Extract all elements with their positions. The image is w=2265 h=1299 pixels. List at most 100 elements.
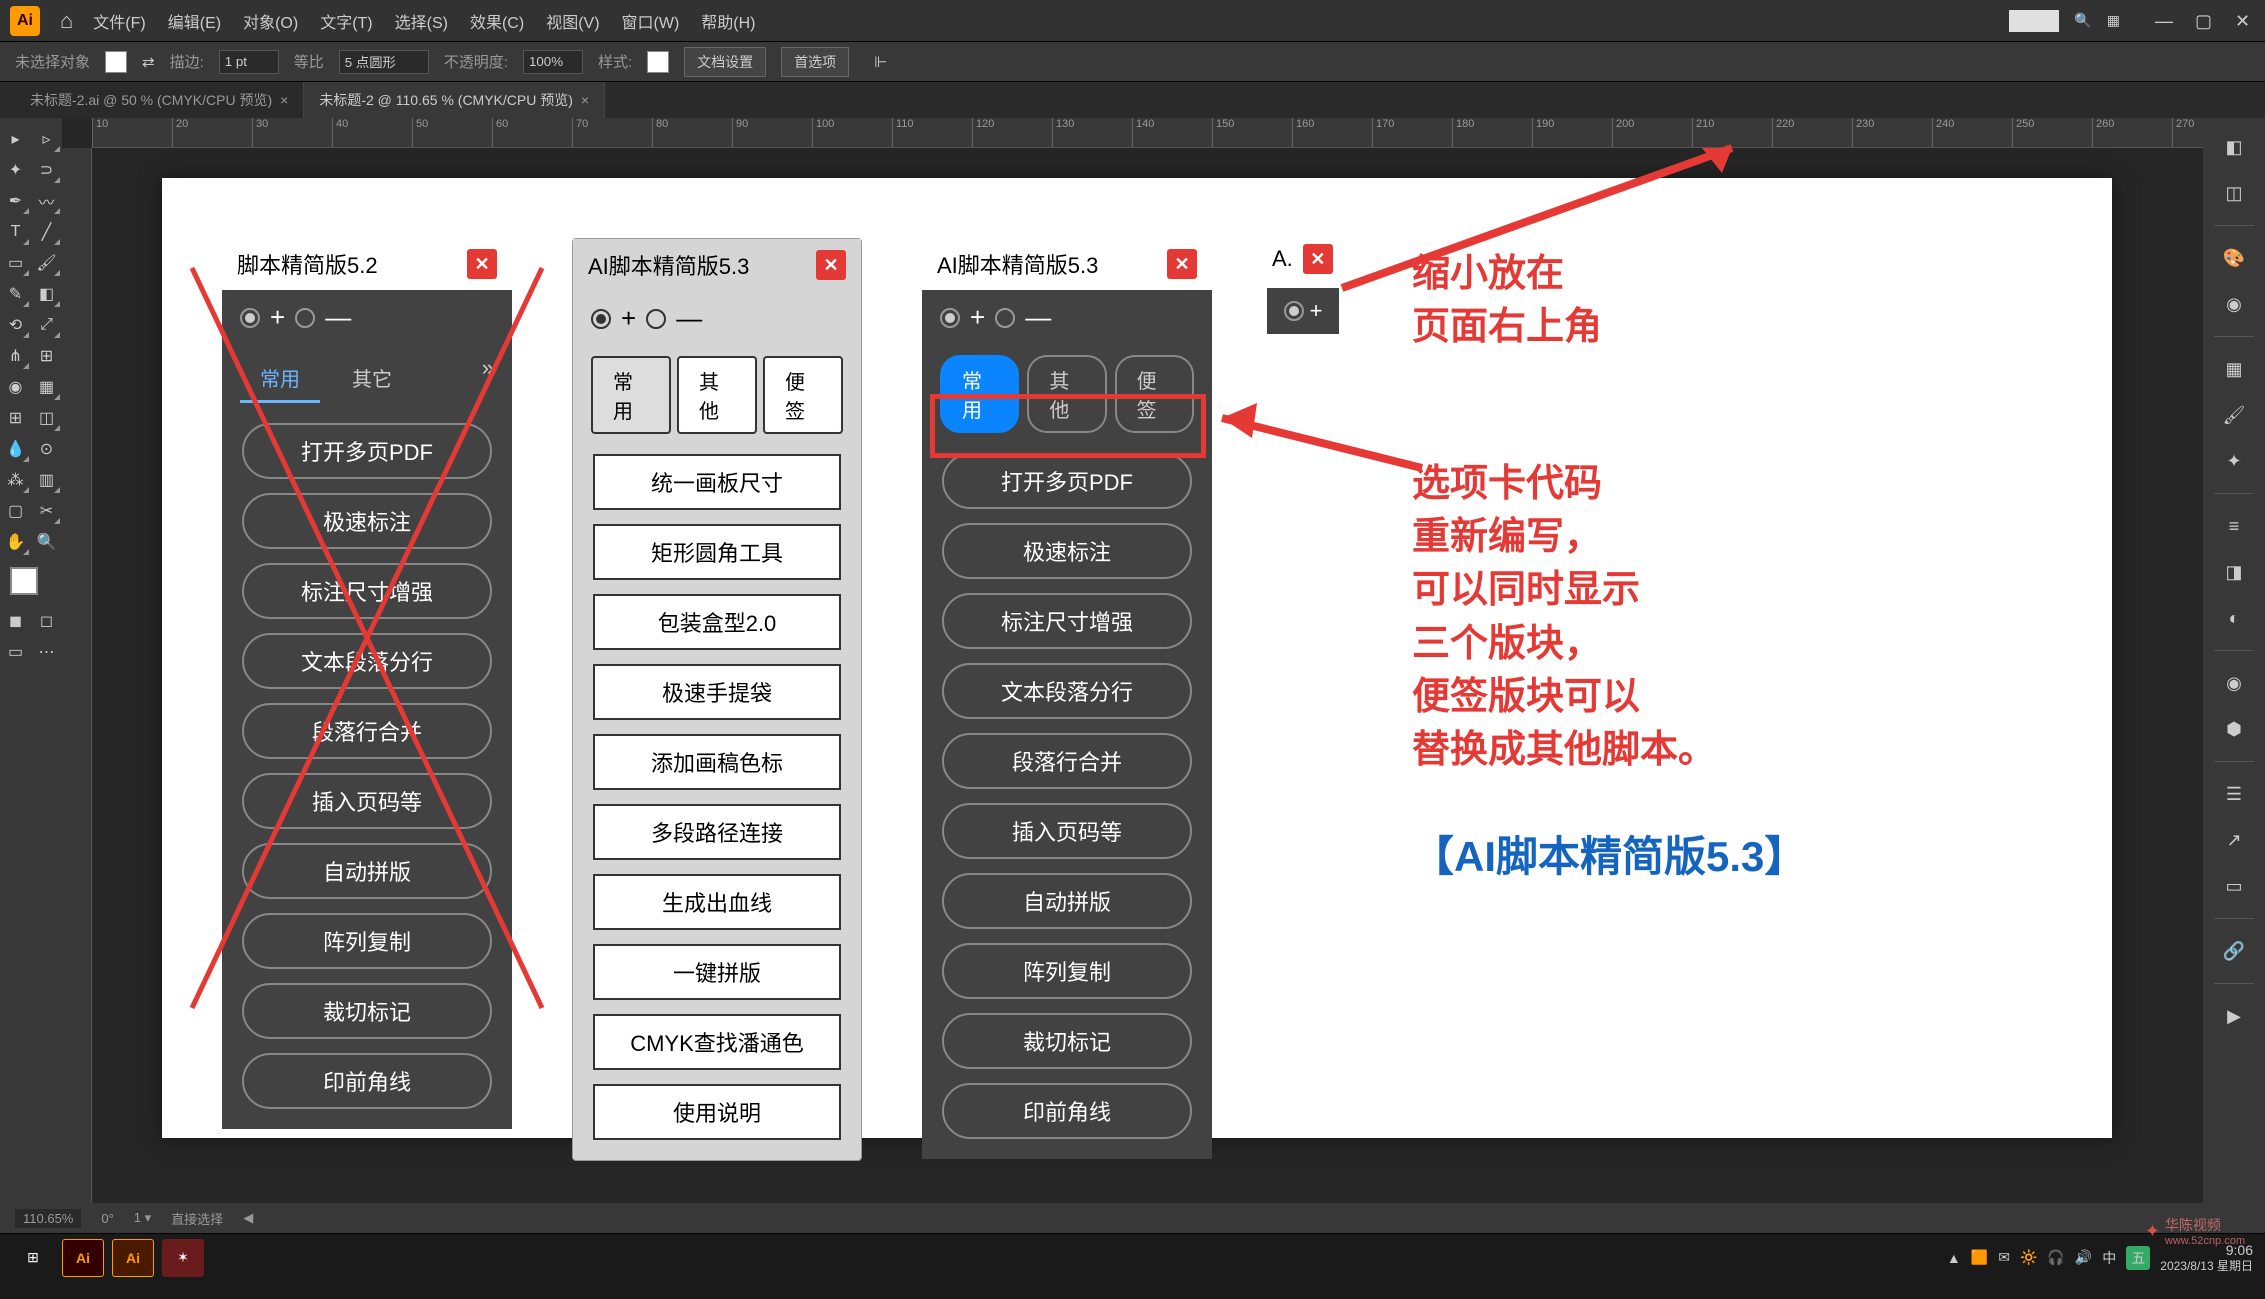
script-button[interactable]: 标注尺寸增强 [942,593,1192,649]
tray-icon[interactable]: 🎧 [2047,1249,2064,1266]
layers-panel-icon[interactable]: ☰ [2215,775,2253,813]
slice-tool[interactable]: ✂ [31,495,62,526]
tab-other[interactable]: 其它 [332,355,412,403]
script-button[interactable]: 一键拼版 [593,944,841,1000]
taskbar-app-icon[interactable]: ✶ [162,1239,204,1277]
color-guide-icon[interactable]: ◉ [2215,285,2253,323]
arrange-icon[interactable]: ▦ [2107,12,2120,29]
swatches-panel-icon[interactable]: ▦ [2215,350,2253,388]
tab-common[interactable]: 常用 [591,356,671,434]
close-button[interactable]: ✕ [1167,249,1197,279]
script-button[interactable]: 插入页码等 [242,773,492,829]
rotation[interactable]: 0° [101,1211,113,1226]
mesh-tool[interactable]: ⊞ [0,402,31,433]
symbols-panel-icon[interactable]: ✦ [2215,442,2253,480]
scale-tool[interactable]: ⤢ [31,309,62,340]
tray-icon[interactable]: 🔆 [2020,1249,2037,1266]
eraser-tool[interactable]: ◧ [31,278,62,309]
menu-object[interactable]: 对象(O) [243,9,298,33]
perspective-tool[interactable]: ▦ [31,371,62,402]
mini-panel[interactable]: + [1267,288,1339,334]
script-button[interactable]: 生成出血线 [593,874,841,930]
width-tool[interactable]: ⋔ [0,340,31,371]
opacity-input[interactable] [523,50,583,74]
menu-select[interactable]: 选择(S) [395,9,448,33]
canvas[interactable]: 1020304050607080901001101201301401501601… [62,118,2203,1203]
chevron-right-icon[interactable]: » [482,355,494,403]
script-button[interactable]: 使用说明 [593,1084,841,1140]
gradient-panel-icon[interactable]: ◨ [2215,553,2253,591]
minimize-icon[interactable]: — [2155,11,2175,31]
artboard-tool[interactable]: ▢ [0,495,31,526]
tab-common[interactable]: 常用 [240,355,320,403]
tab-notes[interactable]: 便签 [763,356,843,434]
menu-effect[interactable]: 效果(C) [470,9,524,33]
zoom-level[interactable]: 110.65% [15,1209,81,1228]
appearance-panel-icon[interactable]: ◉ [2215,664,2253,702]
links-panel-icon[interactable]: 🔗 [2215,932,2253,970]
tab-close-icon[interactable]: × [280,92,288,108]
close-button[interactable]: ✕ [816,250,846,280]
script-button[interactable]: 多段路径连接 [593,804,841,860]
script-button[interactable]: 阵列复制 [942,943,1192,999]
curvature-tool[interactable]: 〰 [31,185,62,216]
start-button[interactable]: ⊞ [12,1239,54,1277]
script-button[interactable]: CMYK查找潘通色 [593,1014,841,1070]
radio-on-icon[interactable] [1284,301,1304,321]
screen-mode[interactable]: ▭ [0,636,31,667]
libraries-panel-icon[interactable]: ◫ [2215,174,2253,212]
taskbar-ai-icon-2[interactable]: Ai [112,1239,154,1277]
menu-help[interactable]: 帮助(H) [701,9,755,33]
edit-toolbar[interactable]: ⋯ [31,636,62,667]
line-tool[interactable]: ╱ [31,216,62,247]
selection-tool[interactable]: ▸ [0,123,31,154]
brush-input[interactable] [339,50,429,74]
menu-edit[interactable]: 编辑(E) [168,9,221,33]
close-button[interactable]: ✕ [467,249,497,279]
input-indicator[interactable]: 五 [2126,1246,2150,1270]
search-icon[interactable]: 🔍 [2074,12,2091,29]
magic-wand-tool[interactable]: ✦ [0,154,31,185]
doc-tab-2[interactable]: 未标题-2 @ 110.65 % (CMYK/CPU 预览)× [304,82,605,118]
volume-icon[interactable]: 🔊 [2075,1249,2092,1266]
free-transform-tool[interactable]: ⊞ [31,340,62,371]
lasso-tool[interactable]: ⊃ [31,154,62,185]
tray-icon[interactable]: ▲ [1947,1250,1961,1266]
script-button[interactable]: 标注尺寸增强 [242,563,492,619]
script-button[interactable]: 极速手提袋 [593,664,841,720]
menu-window[interactable]: 窗口(W) [622,9,680,33]
document-setup-button[interactable]: 文档设置 [684,47,766,77]
brushes-panel-icon[interactable]: 🖌 [2215,396,2253,434]
script-button[interactable]: 统一画板尺寸 [593,454,841,510]
fill-stroke-control[interactable] [0,557,62,605]
menu-view[interactable]: 视图(V) [546,9,599,33]
script-button[interactable]: 包装盒型2.0 [593,594,841,650]
close-button[interactable]: ✕ [1303,244,1333,274]
home-icon[interactable]: ⌂ [60,8,73,34]
radio-off-icon[interactable] [646,309,666,329]
radio-on-icon[interactable] [940,308,960,328]
shaper-tool[interactable]: ✎ [0,278,31,309]
uniform-label[interactable]: 等比 [294,51,324,72]
radio-on-icon[interactable] [591,309,611,329]
draw-mode[interactable]: ◻ [31,605,62,636]
menu-type[interactable]: 文字(T) [320,9,372,33]
zoom-tool[interactable]: 🔍 [31,526,62,557]
radio-off-icon[interactable] [995,308,1015,328]
script-button[interactable]: 矩形圆角工具 [593,524,841,580]
stroke-width-input[interactable] [219,50,279,74]
color-panel-icon[interactable]: 🎨 [2215,239,2253,277]
tab-close-icon[interactable]: × [581,92,589,108]
color-mode[interactable]: ◼ [0,605,31,636]
rectangle-tool[interactable]: ▭ [0,247,31,278]
preferences-button[interactable]: 首选项 [781,47,849,77]
direct-selection-tool[interactable]: ▹ [31,123,62,154]
script-button[interactable]: 自动拼版 [242,843,492,899]
eyedropper-tool[interactable]: 💧 [0,433,31,464]
symbol-sprayer-tool[interactable]: ⁂ [0,464,31,495]
brush-tool[interactable]: 🖌 [31,247,62,278]
ime-indicator[interactable]: 中 [2102,1248,2116,1268]
graph-tool[interactable]: ▥ [31,464,62,495]
menu-file[interactable]: 文件(F) [93,9,145,33]
script-button[interactable]: 文本段落分行 [242,633,492,689]
